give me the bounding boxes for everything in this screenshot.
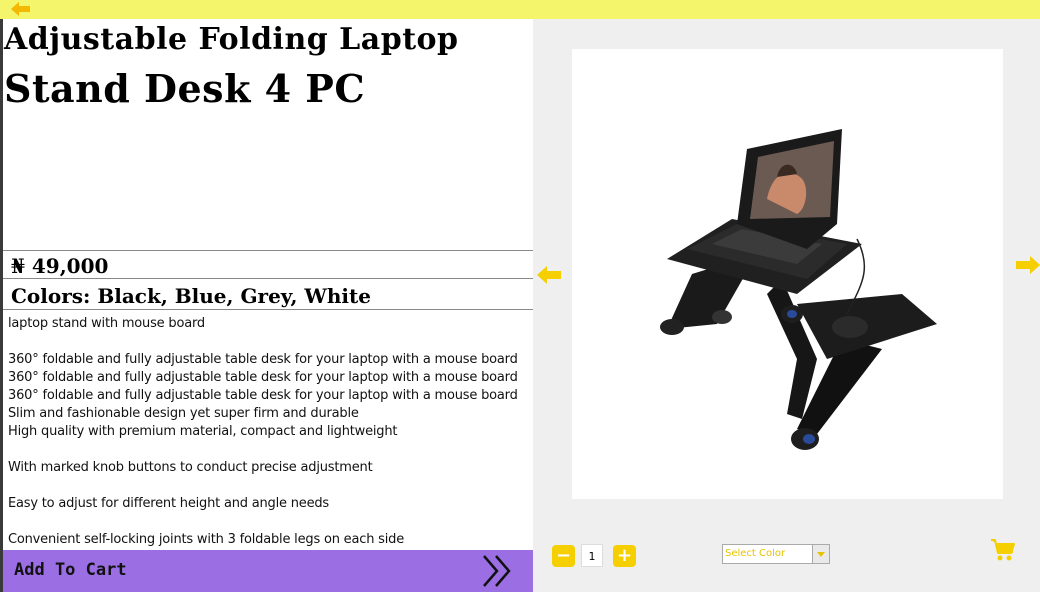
product-image [572,49,1003,499]
product-gallery-panel: − 1 + Select Color [533,19,1040,592]
product-price: ₦ 49,000 [3,250,533,279]
prev-arrow-icon[interactable] [536,265,562,285]
chevron-double-right-icon [483,555,511,587]
quantity-increase-button[interactable]: + [613,545,636,567]
color-select[interactable]: Select Color [722,544,830,564]
product-colors: Colors: Black, Blue, Grey, White [3,280,533,310]
product-title-line1: Adjustable Folding Laptop [4,22,459,57]
dropdown-arrow-icon[interactable] [812,545,829,563]
product-info-panel: Adjustable Folding Laptop Stand Desk 4 P… [3,19,533,592]
shopping-cart-icon[interactable] [990,538,1016,562]
quantity-value[interactable]: 1 [581,544,603,567]
color-select-value: Select Color [725,548,786,559]
add-to-cart-button[interactable]: Add To Cart [3,550,533,592]
product-description: laptop stand with mouse board 360° folda… [8,316,518,547]
top-bar [0,0,1040,19]
back-arrow-icon[interactable] [10,1,32,17]
quantity-decrease-button[interactable]: − [552,545,575,567]
add-to-cart-label: Add To Cart [14,560,127,580]
product-title: Adjustable Folding Laptop Stand Desk 4 P… [4,19,532,113]
product-title-line2: Stand Desk 4 PC [4,66,366,111]
laptop-stand-illustration [660,129,937,450]
next-arrow-icon[interactable] [1015,255,1040,275]
